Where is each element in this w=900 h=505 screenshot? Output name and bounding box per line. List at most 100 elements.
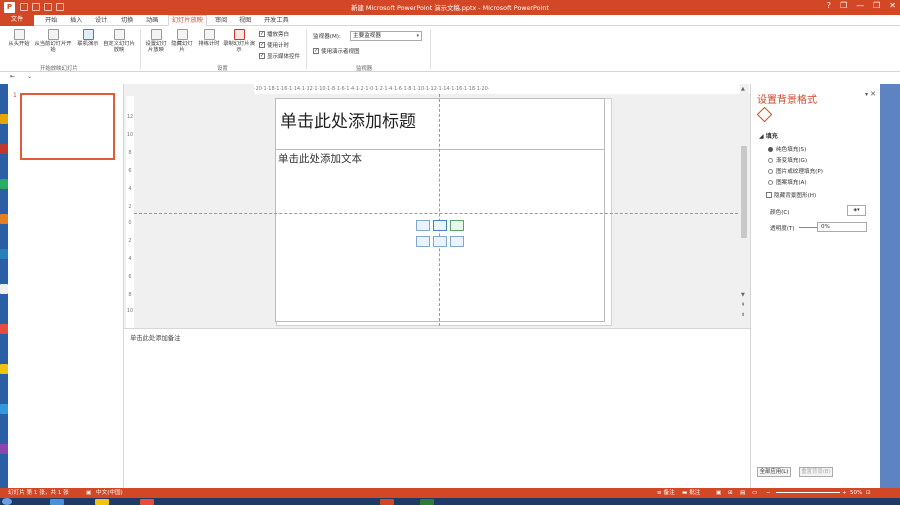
next-slide-icon[interactable]: ⇟ <box>741 312 745 318</box>
chevron-down-icon[interactable]: ▾ <box>865 91 868 98</box>
slideshow-start-icon <box>13 29 25 40</box>
zoom-in-icon[interactable]: + <box>842 488 847 498</box>
online-present-button[interactable]: 联机演示 <box>76 29 100 47</box>
help-icon[interactable]: ? <box>827 1 831 10</box>
hide-background-graphics-checkbox[interactable]: 隐藏背景图形(H) <box>766 191 816 199</box>
normal-view-icon[interactable]: ▣ <box>716 488 721 498</box>
tab-review[interactable]: 审阅 <box>214 16 228 26</box>
tab-home[interactable]: 开始 <box>44 16 58 26</box>
horizontal-ruler: ·20·1·18·1·16·1·14·1·12·1·10·1·8·1·6·1·4… <box>254 84 754 94</box>
scroll-down-icon[interactable]: ▼ <box>741 292 745 298</box>
insert-online-picture-icon[interactable] <box>433 236 447 247</box>
windows-taskbar <box>0 498 900 505</box>
tab-developer[interactable]: 开发工具 <box>263 16 290 26</box>
slide-thumbnail[interactable] <box>20 93 115 160</box>
setup-slideshow-button[interactable]: 设置幻灯片放映 <box>143 29 169 53</box>
monitor-select[interactable]: 主要监视器 ▾ <box>350 31 422 41</box>
desktop-shortcut-icon[interactable] <box>0 364 8 374</box>
from-start-button[interactable]: 从头开始 <box>6 29 32 47</box>
ribbon-display-icon[interactable]: ❐ <box>840 1 847 10</box>
picture-fill-radio[interactable]: 图片或纹理填充(P) <box>768 167 823 175</box>
desktop-shortcut-icon[interactable] <box>0 324 8 334</box>
presenter-view-checkbox[interactable]: ✓ 使用演示者视图 <box>313 47 360 55</box>
checkbox-icon <box>766 192 772 198</box>
scroll-up-icon[interactable]: ▲ <box>741 86 745 92</box>
format-background-pane: 设置背景格式 ▾ ✕ ◢ 填充 纯色填充(S) 渐变填充(G) 图片或纹理填充(… <box>750 84 880 488</box>
taskbar-app-icon[interactable] <box>140 499 154 505</box>
desktop-shortcut-icon[interactable] <box>0 249 8 259</box>
taskbar-app-icon[interactable] <box>95 499 109 505</box>
tab-file[interactable]: 文件 <box>0 15 34 26</box>
tab-view[interactable]: 视图 <box>238 16 252 26</box>
ruler-tick-label: 8 <box>128 150 132 156</box>
desktop-shortcut-icon[interactable] <box>0 284 8 294</box>
title-bar: P 新建 Microsoft PowerPoint 演示文稿.pptx - Mi… <box>0 0 900 15</box>
apply-to-all-button[interactable]: 全部应用(L) <box>757 467 791 477</box>
comments-toggle-button[interactable]: ▬ 批注 <box>682 488 700 498</box>
color-picker-button[interactable]: ◈▾ <box>847 205 866 216</box>
desktop-shortcut-icon[interactable] <box>0 114 8 124</box>
rehearse-timings-button[interactable]: 排练计时 <box>197 29 221 47</box>
zoom-slider[interactable] <box>776 492 840 493</box>
play-narrations-checkbox[interactable]: ✓ 播放旁白 <box>259 30 289 38</box>
tab-animations[interactable]: 动画 <box>145 16 159 26</box>
window-title: 新建 Microsoft PowerPoint 演示文稿.pptx - Micr… <box>351 4 549 12</box>
spell-check-icon[interactable]: ▣ <box>86 488 91 498</box>
insert-table-icon[interactable] <box>416 220 430 231</box>
pattern-fill-radio[interactable]: 图案填充(A) <box>768 178 807 186</box>
slideshow-view-icon[interactable]: ▭ <box>752 488 757 498</box>
notes-toggle-button[interactable]: ≡ 备注 <box>657 488 675 498</box>
fill-bucket-icon[interactable] <box>756 106 773 123</box>
insert-smartart-icon[interactable] <box>450 220 464 231</box>
close-button[interactable]: ✕ <box>889 1 896 10</box>
solid-fill-radio[interactable]: 纯色填充(S) <box>768 145 806 153</box>
language-label[interactable]: 中文(中国) <box>96 488 123 498</box>
desktop-shortcut-icon[interactable] <box>0 144 8 154</box>
transparency-slider[interactable] <box>799 227 817 228</box>
radio-icon <box>768 179 773 185</box>
tab-slideshow[interactable]: 幻灯片放映 <box>168 15 207 26</box>
from-current-button[interactable]: 从当前幻灯片开始 <box>34 29 72 53</box>
insert-picture-icon[interactable] <box>416 236 430 247</box>
hide-slide-button[interactable]: 隐藏幻灯片 <box>171 29 193 53</box>
taskbar-app-icon[interactable] <box>420 499 434 505</box>
start-button[interactable] <box>2 498 12 505</box>
tab-insert[interactable]: 插入 <box>69 16 83 26</box>
collapse-pane-icon[interactable]: ⇤ <box>10 73 15 80</box>
ribbon: 从头开始 从当前幻灯片开始 联机演示 自定义幻灯片放映 开始放映幻灯片 设置幻灯… <box>0 26 900 72</box>
taskbar-app-icon[interactable] <box>50 499 64 505</box>
zoom-out-icon[interactable]: − <box>766 488 771 498</box>
insert-video-icon[interactable] <box>450 236 464 247</box>
taskbar-powerpoint-icon[interactable] <box>380 499 394 505</box>
use-timings-checkbox[interactable]: ✓ 使用计时 <box>259 41 289 49</box>
radio-icon <box>768 168 773 174</box>
scrollbar-thumb[interactable] <box>741 146 747 238</box>
notes-pane[interactable]: 单击此处添加备注 <box>124 328 750 488</box>
restore-button[interactable]: ❐ <box>873 1 880 10</box>
vertical-scrollbar[interactable]: ▲ ▼ ⇞ ⇟ <box>740 84 749 328</box>
desktop-shortcut-icon[interactable] <box>0 404 8 414</box>
fit-to-window-icon[interactable]: ⊡ <box>866 488 871 498</box>
tab-design[interactable]: 设计 <box>94 16 108 26</box>
transparency-input[interactable]: 0% <box>817 222 867 232</box>
show-media-controls-checkbox[interactable]: ✓ 显示媒体控件 <box>259 52 300 60</box>
minimize-button[interactable]: — <box>856 1 864 10</box>
record-slideshow-button[interactable]: 录制幻灯片演示 <box>223 29 255 53</box>
ruler-tick-label: 10 <box>126 132 134 138</box>
close-icon[interactable]: ✕ <box>870 90 876 98</box>
chevron-down-icon[interactable]: ⌄ <box>27 73 32 80</box>
slide-sorter-icon[interactable]: ⊞ <box>728 488 733 498</box>
desktop-shortcut-icon[interactable] <box>0 179 8 189</box>
desktop-shortcut-icon[interactable] <box>0 444 8 454</box>
tab-transitions[interactable]: 切换 <box>120 16 134 26</box>
insert-chart-icon[interactable] <box>433 220 447 231</box>
gradient-fill-radio[interactable]: 渐变填充(G) <box>768 156 807 164</box>
reading-view-icon[interactable]: ▤ <box>740 488 745 498</box>
desktop-shortcut-icon[interactable] <box>0 214 8 224</box>
previous-slide-icon[interactable]: ⇞ <box>741 302 745 308</box>
reset-background-button[interactable]: 重置背景(B) <box>799 467 833 477</box>
zoom-level[interactable]: 50% <box>850 488 862 498</box>
custom-show-button[interactable]: 自定义幻灯片放映 <box>102 29 136 53</box>
fill-section-header[interactable]: ◢ 填充 <box>759 131 778 140</box>
monitor-label: 监视器(M): <box>313 34 341 40</box>
